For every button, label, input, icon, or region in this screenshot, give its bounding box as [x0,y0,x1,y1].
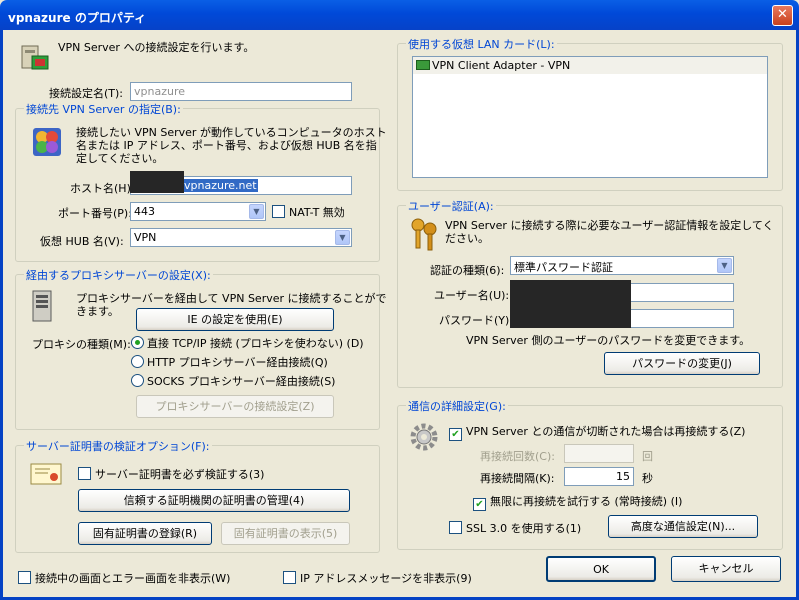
proxy-option-socks-label: SOCKS プロキシサーバー経由接続(S) [147,375,336,388]
natt-checkbox[interactable]: NAT-T 無効 [272,204,345,220]
radio-http[interactable] [131,355,144,368]
redacted-credentials [510,280,631,328]
reconnect-checkbox-box[interactable]: ✔ [449,428,462,441]
proxy-desc-1: プロキシサーバーを経由して VPN Server に接続することがで [76,292,387,305]
certificate-icon [30,463,62,485]
proxy-settings-button[interactable]: プロキシサーバーの接続設定(Z) [136,395,334,418]
chevron-down-icon[interactable]: ▼ [717,258,732,273]
cancel-button[interactable]: キャンセル [671,556,781,582]
proxy-legend: 経由するプロキシサーバーの設定(X): [24,267,213,283]
setting-name-input[interactable]: vpnazure [130,82,352,101]
cert-legend: サーバー証明書の検証オプション(F): [24,438,212,454]
interval-input[interactable]: 15 [564,467,634,486]
advanced-settings-button[interactable]: 高度な通信設定(N)... [608,515,758,538]
proxy-option-direct-label: 直接 TCP/IP 接続 (プロキシを使わない) (D) [147,337,364,350]
ok-button[interactable]: OK [546,556,656,582]
hub-label: 仮想 HUB 名(V): [40,235,124,248]
auth-type-combo[interactable]: 標準パスワード認証 ▼ [510,256,734,275]
hub-combo[interactable]: VPN ▼ [130,228,352,247]
retry-count-label: 再接続回数(C): [480,450,555,463]
natt-label: NAT-T 無効 [289,206,345,219]
reconnect-label: VPN Server との通信が切断された場合は再接続する(Z) [466,425,746,438]
port-combo[interactable]: 443 ▼ [130,202,266,221]
window-title: vpnazure のプロパティ [8,11,147,25]
hide-ip-checkbox-box[interactable] [283,571,296,584]
hide-ip-label: IP アドレスメッセージを非表示(9) [300,572,472,585]
auth-type-label: 認証の種類(6): [430,264,505,277]
close-button[interactable]: ✕ [772,5,793,26]
infinite-retry-label: 無限に再接続を試行する (常時接続) (I) [490,495,683,508]
show-cert-button[interactable]: 固有証明書の表示(5) [221,522,350,545]
chevron-down-icon[interactable]: ▼ [249,204,264,219]
chevron-down-icon[interactable]: ▼ [335,230,350,245]
username-label: ユーザー名(U): [434,289,510,302]
proxy-option-socks[interactable]: SOCKS プロキシサーバー経由接続(S) [131,373,335,389]
register-cert-button[interactable]: 固有証明書の登録(R) [78,522,212,545]
password-label: パスワード(Y): [439,314,514,327]
port-value: 443 [134,205,155,218]
ssl3-checkbox-box[interactable] [449,521,462,534]
verify-cert-checkbox-box[interactable] [78,467,91,480]
lan-item-label: VPN Client Adapter - VPN [432,59,571,72]
lan-legend: 使用する仮想 LAN カード(L): [406,36,557,52]
title-bar: vpnazure のプロパティ ✕ [0,0,799,30]
network-card-icon [416,60,430,70]
computer-network-icon [21,45,49,70]
dest-legend: 接続先 VPN Server の指定(B): [24,101,183,117]
proxy-type-label: プロキシの種類(M): [32,338,131,351]
reconnect-checkbox[interactable]: ✔ VPN Server との通信が切断された場合は再接続する(Z) [449,423,745,441]
host-value: vpnazure.net [183,179,258,192]
redacted-host-part [130,171,184,193]
lan-list[interactable]: VPN Client Adapter - VPN [412,56,768,178]
hub-value: VPN [134,231,157,244]
change-password-button[interactable]: パスワードの変更(J) [604,352,760,375]
server-globe-icon [33,128,61,156]
hide-screens-label: 接続中の画面とエラー画面を非表示(W) [35,572,231,585]
manage-ca-button[interactable]: 信頼する証明機関の証明書の管理(4) [78,489,350,512]
retry-count-input[interactable] [564,444,634,463]
infinite-retry-checkbox[interactable]: ✔ 無限に再接続を試行する (常時接続) (I) [473,493,682,511]
host-label: ホスト名(H): [70,182,135,195]
infinite-retry-checkbox-box[interactable]: ✔ [473,498,486,511]
ssl3-label: SSL 3.0 を使用する(1) [466,522,582,535]
hide-screens-checkbox[interactable]: 接続中の画面とエラー画面を非表示(W) [18,570,230,586]
lan-list-item[interactable]: VPN Client Adapter - VPN [413,57,767,74]
change-password-desc: VPN Server 側のユーザーのパスワードを変更できます。 [466,334,751,347]
port-label: ポート番号(P): [58,207,132,220]
ie-settings-button[interactable]: IE の設定を使用(E) [136,308,334,331]
proxy-desc-2: きます。 [76,305,119,318]
ssl3-checkbox[interactable]: SSL 3.0 を使用する(1) [449,520,581,536]
proxy-option-http-label: HTTP プロキシサーバー経由接続(Q) [147,356,328,369]
hide-ip-checkbox[interactable]: IP アドレスメッセージを非表示(9) [283,570,472,586]
natt-checkbox-box[interactable] [272,205,285,218]
hide-screens-checkbox-box[interactable] [18,571,31,584]
interval-label: 再接続間隔(K): [480,472,555,485]
radio-direct[interactable] [131,336,144,349]
dest-desc-3: 定してください。 [76,152,164,165]
proxy-option-direct[interactable]: 直接 TCP/IP 接続 (プロキシを使わない) (D) [131,335,364,351]
keys-icon [411,218,437,251]
radio-socks[interactable] [131,374,144,387]
auth-desc-2: ださい。 [445,232,489,245]
setting-name-label: 接続設定名(T): [49,87,124,100]
interval-unit: 秒 [642,472,653,485]
retry-count-unit: 回 [642,450,653,463]
verify-cert-label: サーバー証明書を必ず検証する(3) [95,468,265,481]
auth-desc-1: VPN Server に接続する際に必要なユーザー認証情報を設定してく [445,219,774,232]
auth-legend: ユーザー認証(A): [406,198,496,214]
intro-text: VPN Server への接続設定を行います。 [58,41,255,54]
auth-type-value: 標準パスワード認証 [514,261,613,274]
gear-icon [410,423,438,451]
verify-cert-checkbox[interactable]: サーバー証明書を必ず検証する(3) [78,466,264,482]
comm-legend: 通信の詳細設定(G): [406,398,508,414]
server-tower-icon [32,290,52,322]
proxy-option-http[interactable]: HTTP プロキシサーバー経由接続(Q) [131,354,328,370]
